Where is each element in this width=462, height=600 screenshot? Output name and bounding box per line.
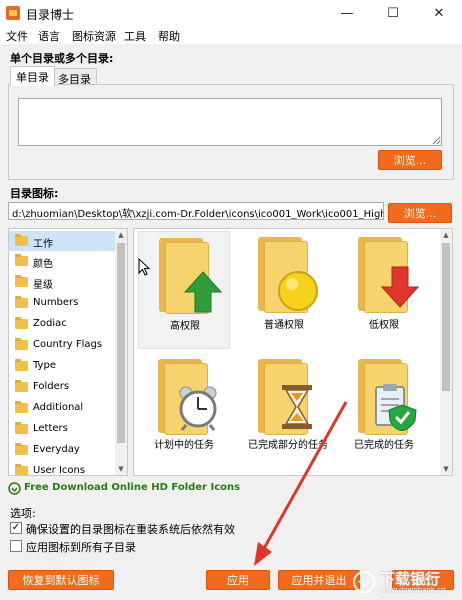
category-label: Everyday <box>33 444 80 455</box>
category-label: User Icons <box>33 465 86 476</box>
folder-icon <box>15 359 28 371</box>
icon-label: 计划中的任务 <box>154 440 214 451</box>
scroll-up-icon[interactable]: ▲ <box>440 229 452 241</box>
keep-icon-checkbox[interactable]: ✓ <box>10 522 22 534</box>
folder-icon <box>15 317 28 329</box>
red-down-arrow-icon <box>380 266 420 308</box>
icon-label: 高权限 <box>170 321 200 332</box>
scroll-thumb[interactable] <box>117 243 125 443</box>
maximize-button[interactable]: ☐ <box>370 0 416 26</box>
icon-label: 低权限 <box>369 320 399 331</box>
scroll-down-icon[interactable]: ▼ <box>440 463 452 475</box>
folder-icon <box>15 338 28 350</box>
title-bar: 目录博士 — ☐ ✕ <box>0 0 462 26</box>
folder-icon <box>15 296 28 308</box>
scroll-up-icon[interactable]: ▲ <box>115 229 127 241</box>
icon-planned-task[interactable]: 计划中的任务 <box>138 353 230 471</box>
free-download-link[interactable]: Free Download Online HD Folder Icons <box>24 482 240 493</box>
menu-tools[interactable]: 工具 <box>124 28 146 44</box>
category-item-everyday[interactable]: Everyday <box>9 440 115 460</box>
restore-default-button[interactable]: 恢复到默认图标 <box>8 570 114 590</box>
folder-icon <box>15 422 28 434</box>
icon-high-priority[interactable]: 高权限 <box>138 231 230 349</box>
options-label: 选项: <box>10 507 36 520</box>
folder-icon <box>15 401 28 413</box>
scroll-down-icon[interactable]: ▼ <box>115 463 127 475</box>
folder-icon <box>15 464 28 475</box>
apply-button[interactable]: 应用 <box>206 570 270 590</box>
green-up-arrow-icon <box>183 271 223 313</box>
app-icon <box>6 6 20 20</box>
category-label: Letters <box>33 423 68 434</box>
category-item-numbers[interactable]: Numbers <box>9 293 115 313</box>
apply-exit-button[interactable]: 应用并退出 <box>278 570 360 590</box>
category-scrollbar[interactable]: ▲ ▼ <box>115 229 127 475</box>
watermark-logo-icon <box>353 571 375 593</box>
folder-icon <box>15 380 28 392</box>
category-item-user-icons[interactable]: User Icons <box>9 461 115 476</box>
category-item-zodiac[interactable]: Zodiac <box>9 314 115 334</box>
category-item-work[interactable]: 工作 <box>9 231 115 251</box>
category-item-additional[interactable]: Additional <box>9 398 115 418</box>
menu-language[interactable]: 语言 <box>38 28 60 44</box>
category-item-letters[interactable]: Letters <box>9 419 115 439</box>
apply-subdirs-checkbox[interactable] <box>10 540 22 552</box>
category-label: Additional <box>33 402 84 413</box>
annotation-arrow-icon <box>254 401 348 566</box>
minimize-button[interactable]: — <box>324 0 370 26</box>
apply-subdirs-label: 应用图标到所有子目录 <box>26 541 136 554</box>
category-item-folders[interactable]: Folders <box>9 377 115 397</box>
category-label: Zodiac <box>33 318 67 329</box>
icon-label: 普通权限 <box>264 320 304 331</box>
category-list: 工作 颜色 星级 Numbers Zodiac Country Flags Ty… <box>8 228 128 476</box>
icon-path-input[interactable]: d:\zhuomian\Desktop\软\xzji.com-Dr.Folder… <box>8 202 384 220</box>
category-label: 颜色 <box>33 259 53 270</box>
download-icon <box>8 482 21 495</box>
dirs-section-label: 单个目录或多个目录: <box>10 52 114 65</box>
alarm-clock-icon <box>179 386 217 431</box>
folder-icon <box>15 443 28 455</box>
category-item-colors[interactable]: 颜色 <box>9 251 115 271</box>
watermark-url: www.downbank.cn <box>380 586 446 594</box>
menu-help[interactable]: 帮助 <box>158 28 180 44</box>
category-label: Numbers <box>33 297 79 308</box>
mouse-cursor-icon <box>138 258 150 276</box>
category-label: Type <box>33 360 56 371</box>
folder-icon <box>15 254 28 266</box>
category-item-stars[interactable]: 星级 <box>9 272 115 292</box>
window-title: 目录博士 <box>26 8 75 22</box>
category-item-type[interactable]: Type <box>9 356 115 376</box>
folder-icon <box>15 275 28 287</box>
icon-low-priority[interactable]: 低权限 <box>338 231 430 349</box>
icon-section-label: 目录图标: <box>10 187 59 200</box>
icon-normal-priority[interactable]: 普通权限 <box>238 231 330 349</box>
tab-single-dir[interactable]: 单目录 <box>10 66 55 86</box>
watermark: 下载银行 www.downbank.cn <box>352 566 460 598</box>
category-label: Country Flags <box>33 339 103 350</box>
menu-bar: 文件 语言 图标资源 工具 帮助 <box>0 26 462 44</box>
icon-grid-scrollbar[interactable]: ▲ ▼ <box>440 229 452 475</box>
folder-icon <box>15 234 28 246</box>
close-button[interactable]: ✕ <box>416 0 462 26</box>
dirs-textarea[interactable] <box>18 98 442 146</box>
category-item-country-flags[interactable]: Country Flags <box>9 335 115 355</box>
category-label: Folders <box>33 381 70 392</box>
yellow-circle-icon <box>278 271 318 311</box>
icon-browse-button[interactable]: 浏览... <box>388 203 452 223</box>
category-label: 星级 <box>33 280 53 291</box>
dirs-browse-button[interactable]: 浏览... <box>378 150 442 170</box>
menu-icon-resources[interactable]: 图标资源 <box>72 28 116 44</box>
scroll-thumb[interactable] <box>442 243 450 391</box>
category-label: 工作 <box>33 239 53 250</box>
keep-icon-label: 确保设置的目录图标在重装系统后依然有效 <box>26 523 235 536</box>
menu-file[interactable]: 文件 <box>6 28 28 44</box>
clipboard-check-icon <box>375 384 417 431</box>
